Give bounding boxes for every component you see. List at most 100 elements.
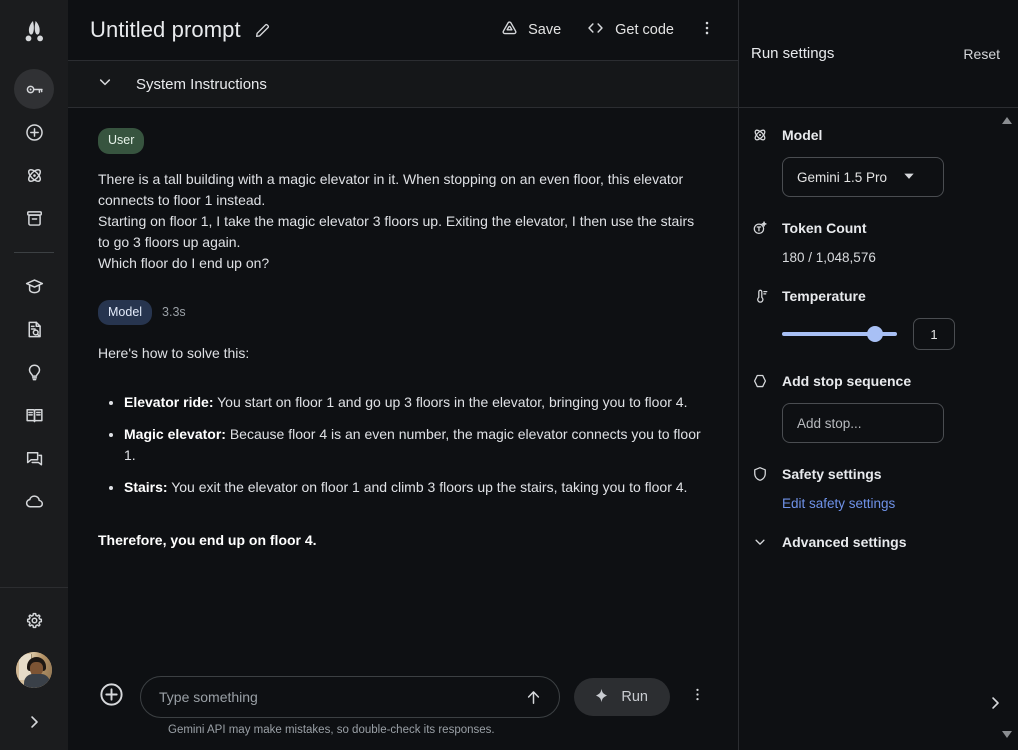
temperature-value-input[interactable]: 1 (913, 318, 955, 350)
sidebar-item-learn[interactable] (14, 266, 54, 306)
conversation-area: User There is a tall building with a mag… (68, 108, 738, 670)
token-icon (751, 219, 769, 237)
run-button[interactable]: Run (574, 678, 670, 716)
book-icon (24, 405, 45, 426)
composer-row: Run (96, 670, 710, 724)
google-ai-studio-logo[interactable] (16, 13, 52, 49)
model-label: Model (782, 127, 823, 143)
model-select[interactable]: Gemini 1.5 Pro (782, 157, 944, 197)
reset-button[interactable]: Reset (963, 46, 1000, 62)
chevron-right-icon (25, 713, 43, 731)
get-code-label: Get code (615, 22, 674, 38)
more-options-button[interactable] (690, 13, 724, 47)
more-vertical-icon (689, 686, 706, 708)
plus-circle-icon (98, 681, 125, 713)
role-badge-user: User (98, 128, 145, 154)
bullet-term: Stairs: (124, 479, 168, 495)
panel-collapse-button[interactable] (978, 688, 1012, 722)
list-item: Stairs: You exit the elevator on floor 1… (124, 477, 708, 498)
user-avatar[interactable] (16, 652, 52, 688)
chevron-right-icon (986, 694, 1004, 717)
slider-thumb[interactable] (867, 326, 883, 342)
plus-circle-icon (24, 122, 45, 143)
left-sidebar (0, 0, 68, 750)
top-toolbar: Untitled prompt Save Get code (68, 0, 738, 60)
prompt-input-wrapper[interactable] (140, 676, 561, 718)
token-count-label-row: Token Count (751, 219, 998, 237)
sidebar-item-feedback[interactable] (14, 438, 54, 478)
sidebar-item-tune-model[interactable] (14, 155, 54, 195)
sidebar-item-cookbook[interactable] (14, 395, 54, 435)
temperature-label: Temperature (782, 288, 866, 304)
user-line-1: There is a tall building with a magic el… (98, 170, 684, 208)
system-instructions-bar[interactable]: System Instructions (68, 60, 738, 108)
model-label-row: Model (751, 126, 998, 144)
conversation-turn-model: Model 3.3s Here's how to solve this: Ele… (98, 299, 708, 552)
advanced-settings-label: Advanced settings (782, 534, 907, 550)
sidebar-item-examples[interactable] (14, 352, 54, 392)
user-line-2: Starting on floor 1, I take the magic el… (98, 212, 695, 250)
lightbulb-icon (24, 362, 45, 383)
atom-icon (24, 165, 45, 186)
gear-icon (24, 610, 45, 631)
role-badge-model: Model (98, 299, 153, 325)
hexagon-stop-icon (751, 372, 769, 390)
run-settings-body: Model Gemini 1.5 Pro Token Count 180 / 1… (739, 108, 1018, 750)
more-vertical-icon (698, 19, 716, 42)
arrow-up-icon[interactable] (521, 685, 545, 709)
save-button[interactable]: Save (490, 12, 571, 49)
pencil-icon[interactable] (253, 21, 272, 40)
stop-sequence-placeholder: Add stop... (797, 415, 862, 431)
user-line-3: Which floor do I end up on? (98, 254, 270, 271)
sidebar-item-cloud[interactable] (14, 481, 54, 521)
chat-icon (24, 448, 45, 469)
conversation-turn-user: User There is a tall building with a mag… (98, 128, 708, 274)
sidebar-divider (14, 252, 54, 253)
safety-settings-label: Safety settings (782, 466, 882, 482)
app-root: Untitled prompt Save Get code System Ins… (0, 0, 1018, 750)
user-message-text[interactable]: There is a tall building with a magic el… (98, 169, 708, 274)
sidebar-expand-button[interactable] (14, 702, 54, 742)
system-instructions-label: System Instructions (136, 75, 267, 93)
sidebar-item-settings[interactable] (14, 600, 54, 640)
chevron-down-icon (751, 533, 769, 551)
run-settings-title: Run settings (751, 45, 835, 62)
sidebar-item-new-prompt[interactable] (14, 112, 54, 152)
sidebar-item-documentation[interactable] (14, 309, 54, 349)
composer-area: Run Gemini API may make mistakes, so dou… (68, 670, 738, 750)
response-latency: 3.3s (162, 305, 186, 320)
run-settings-header: Run settings Reset (739, 0, 1018, 108)
sidebar-nav (14, 69, 54, 521)
run-label: Run (621, 689, 648, 705)
edit-safety-settings-link[interactable]: Edit safety settings (782, 496, 998, 511)
model-conclusion: Therefore, you end up on floor 4. (98, 532, 317, 548)
temperature-slider[interactable] (782, 324, 897, 344)
chevron-down-icon (96, 73, 114, 96)
turn-header: User (98, 128, 708, 154)
sidebar-bottom-divider (0, 587, 68, 588)
drive-save-icon (500, 19, 519, 42)
token-count-value: 180 / 1,048,576 (782, 250, 876, 265)
sidebar-item-api-key[interactable] (14, 69, 54, 109)
document-search-icon (24, 319, 45, 340)
list-item: Elevator ride: You start on floor 1 and … (124, 392, 708, 413)
stop-sequence-input[interactable]: Add stop... (782, 403, 944, 443)
stop-sequence-group: Add stop sequence Add stop... (751, 372, 998, 443)
advanced-settings-toggle[interactable]: Advanced settings (751, 533, 998, 551)
model-message-text[interactable]: Here's how to solve this: Elevator ride:… (98, 343, 708, 551)
token-count-label: Token Count (782, 220, 867, 236)
search-input[interactable] (159, 689, 522, 705)
temperature-label-row: Temperature (751, 287, 998, 305)
save-label: Save (528, 22, 562, 38)
sidebar-item-library[interactable] (14, 198, 54, 238)
scroll-down-arrow[interactable] (1001, 726, 1013, 744)
get-code-button[interactable]: Get code (575, 12, 684, 48)
model-selected-value: Gemini 1.5 Pro (797, 169, 888, 185)
add-attachment-button[interactable] (96, 682, 126, 712)
model-setting-group: Model Gemini 1.5 Pro (751, 126, 998, 197)
chevron-down-icon (902, 169, 931, 186)
bullet-text: You start on floor 1 and go up 3 floors … (213, 394, 688, 410)
model-bullet-list: Elevator ride: You start on floor 1 and … (98, 392, 708, 498)
thermometer-icon (751, 287, 769, 305)
run-options-button[interactable] (684, 680, 710, 714)
